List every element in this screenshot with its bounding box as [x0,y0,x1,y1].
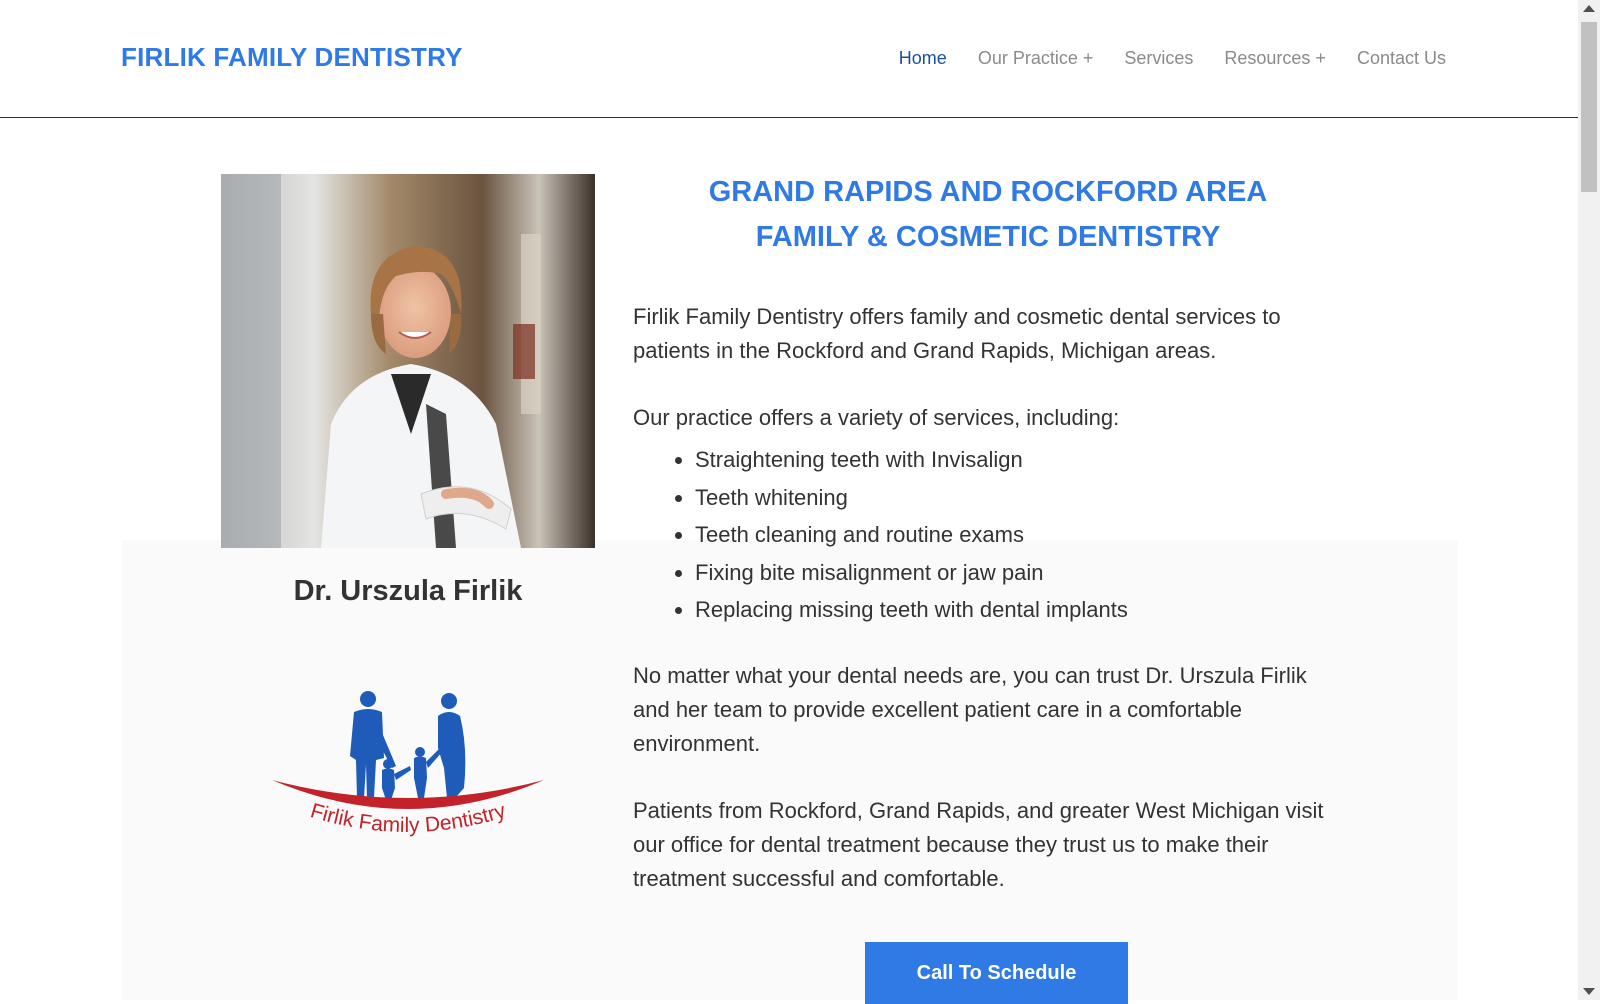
services-list: Straightening teeth with Invisalign Teet… [633,441,1343,629]
site-title-link[interactable]: FIRLIK FAMILY DENTISTRY [121,42,463,73]
nav-contact-us[interactable]: Contact Us [1357,48,1446,69]
services-intro: Our practice offers a variety of service… [633,405,1120,430]
nav-services[interactable]: Services [1124,48,1193,69]
call-to-schedule-button[interactable]: Call To Schedule [865,942,1128,1004]
scroll-up-arrow-icon[interactable] [1583,5,1595,12]
main-nav: Home Our Practice + Services Resources +… [899,48,1446,69]
doctor-name: Dr. Urszula Firlik [293,575,523,607]
headline-line-1: GRAND RAPIDS AND ROCKFORD AREA [708,176,1268,208]
nav-resources[interactable]: Resources + [1224,48,1326,69]
patients-paragraph: Patients from Rockford, Grand Rapids, an… [633,797,1324,891]
trust-paragraph: No matter what your dental needs are, yo… [633,662,1307,756]
page-scrollbar[interactable] [1578,0,1600,1000]
main-content: GRAND RAPIDS AND ROCKFORD AREA FAMILY & … [633,170,1343,896]
list-item: Fixing bite misalignment or jaw pain [695,554,1343,592]
family-logo-icon: Firlik Family Dentistry [272,691,544,837]
doctor-photo [221,174,595,548]
doctor-photo-image [221,174,595,548]
headline-line-2: FAMILY & COSMETIC DENTISTRY [755,221,1221,253]
list-item: Replacing missing teeth with dental impl… [695,591,1343,629]
site-header: FIRLIK FAMILY DENTISTRY Home Our Practic… [0,0,1578,118]
scrollbar-thumb[interactable] [1581,22,1597,192]
intro-paragraph: Firlik Family Dentistry offers family an… [633,304,1281,363]
list-item: Straightening teeth with Invisalign [695,441,1343,479]
scroll-down-arrow-icon[interactable] [1583,988,1595,995]
list-item: Teeth whitening [695,479,1343,517]
list-item: Teeth cleaning and routine exams [695,516,1343,554]
nav-home[interactable]: Home [899,48,947,69]
page-headline: GRAND RAPIDS AND ROCKFORD AREA FAMILY & … [633,170,1343,260]
family-dentistry-logo: Firlik Family Dentistry [268,688,548,858]
nav-our-practice[interactable]: Our Practice + [978,48,1094,69]
